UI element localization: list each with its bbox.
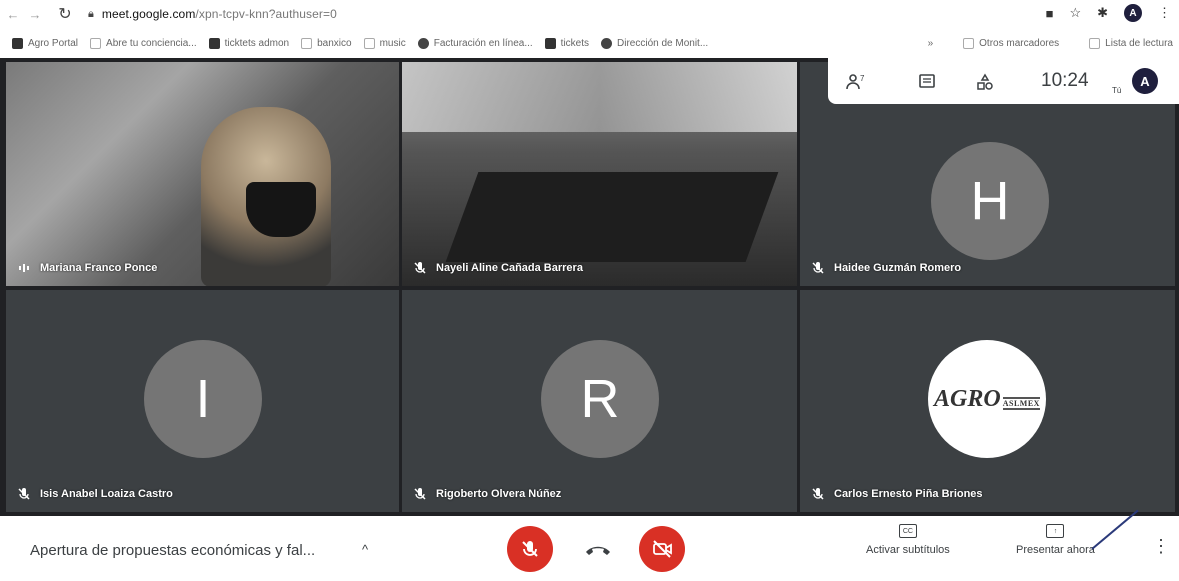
app-icon — [208, 37, 220, 49]
participant-name-label: Mariana Franco Ponce — [16, 260, 157, 276]
lock-icon[interactable]: 🔒︎ — [88, 8, 94, 21]
more-options-icon[interactable]: ⋮ — [1152, 536, 1170, 557]
captions-icon: CC — [898, 524, 917, 538]
participant-avatar: R — [541, 340, 659, 458]
present-now-button[interactable]: ↑ Presentar ahora — [1016, 524, 1095, 556]
mic-off-icon — [16, 486, 32, 502]
mic-off-icon — [810, 486, 826, 502]
other-bookmarks-folder[interactable]: Otros marcadores — [963, 37, 1059, 49]
svg-text:7: 7 — [860, 74, 865, 83]
bird-icon — [601, 37, 613, 49]
bookmark-item[interactable]: Abre tu conciencia... — [90, 37, 197, 49]
participant-tile[interactable]: Nayeli Aline Cañada Barrera — [402, 62, 797, 286]
browser-profile-avatar[interactable]: A — [1124, 4, 1142, 22]
chat-icon[interactable] — [917, 72, 937, 92]
participant-video — [402, 62, 797, 132]
participant-name-label: Haidee Guzmán Romero — [810, 260, 961, 276]
back-arrow-icon[interactable]: ← — [4, 5, 22, 23]
meeting-controls-bar: Apertura de propuestas económicas y fal.… — [0, 516, 1179, 581]
chevron-up-icon[interactable]: ^ — [362, 542, 368, 557]
reading-list-button[interactable]: Lista de lectura — [1089, 37, 1173, 49]
mic-off-icon — [412, 260, 428, 276]
folder-icon — [963, 37, 975, 49]
page-icon — [90, 37, 102, 49]
bookmark-item[interactable]: tickets — [544, 37, 589, 49]
meeting-clock: 10:24 — [1041, 70, 1089, 91]
page-icon — [301, 37, 313, 49]
room-table — [445, 172, 779, 262]
agro-logo: AGRO ASLMEX — [934, 385, 1040, 412]
people-icon[interactable]: 7 — [846, 72, 866, 92]
mic-off-icon — [810, 260, 826, 276]
globe-icon — [417, 37, 429, 49]
page-icon — [363, 37, 375, 49]
camera-off-icon — [653, 540, 672, 558]
mic-off-icon — [522, 541, 538, 557]
app-icon — [544, 37, 556, 49]
participant-tile[interactable]: Mariana Franco Ponce — [6, 62, 399, 286]
toggle-mic-button[interactable] — [507, 526, 553, 572]
participant-name-label: Rigoberto Olvera Núñez — [412, 486, 561, 502]
meeting-stage: Mariana Franco Ponce Nayeli Aline Cañada… — [0, 58, 1179, 516]
toggle-camera-button[interactable] — [639, 526, 685, 572]
speaking-indicator-icon — [16, 260, 32, 276]
more-bookmarks-button[interactable]: » — [928, 38, 934, 49]
activities-icon[interactable] — [975, 72, 995, 92]
bookmark-item[interactable]: Facturación en línea... — [417, 37, 533, 49]
captions-label: Activar subtítulos — [866, 544, 950, 556]
leave-call-button[interactable] — [583, 536, 613, 562]
meeting-title[interactable]: Apertura de propuestas económicas y fal.… — [30, 542, 315, 559]
bookmark-item[interactable]: music — [363, 37, 406, 49]
participant-tile[interactable]: AGRO ASLMEX Carlos Ernesto Piña Briones — [800, 290, 1175, 512]
self-label: Tú — [1112, 86, 1122, 95]
star-icon[interactable]: ☆ — [1069, 5, 1081, 21]
participant-avatar: H — [931, 142, 1049, 260]
hang-up-icon — [586, 546, 610, 555]
camera-indicator-icon[interactable]: ■ — [1046, 6, 1054, 21]
self-avatar[interactable]: A — [1132, 68, 1158, 94]
participant-name-label: Nayeli Aline Cañada Barrera — [412, 260, 583, 276]
face-mask — [246, 182, 316, 237]
participant-logo-avatar: AGRO ASLMEX — [928, 340, 1046, 458]
mic-off-icon — [412, 486, 428, 502]
meet-top-toolbar: 7 10:24 Tú A — [828, 58, 1179, 104]
browser-url-bar: ← → ↻ 🔒︎ meet.google.com/xpn-tcpv-knn?au… — [0, 0, 1179, 28]
forward-arrow-icon[interactable]: → — [26, 5, 44, 23]
bookmark-item[interactable]: banxico — [301, 37, 352, 49]
bookmark-item[interactable]: ticktets admon — [208, 37, 289, 49]
reading-list-icon — [1089, 37, 1101, 49]
bookmark-item[interactable]: Agro Portal — [12, 37, 78, 49]
participant-avatar: I — [144, 340, 262, 458]
present-label: Presentar ahora — [1016, 544, 1095, 556]
participant-name-label: Carlos Ernesto Piña Briones — [810, 486, 983, 502]
participant-name-label: Isis Anabel Loaiza Castro — [16, 486, 173, 502]
address-field[interactable]: meet.google.com/xpn-tcpv-knn?authuser=0 — [102, 7, 337, 21]
participant-tile[interactable]: I Isis Anabel Loaiza Castro — [6, 290, 399, 512]
participant-tile[interactable]: R Rigoberto Olvera Núñez — [402, 290, 797, 512]
captions-button[interactable]: CC Activar subtítulos — [866, 524, 950, 556]
grid-icon — [12, 37, 23, 49]
browser-menu-icon[interactable]: ⋮ — [1158, 5, 1171, 21]
bookmark-item[interactable]: Dirección de Monit... — [601, 37, 708, 49]
extensions-icon[interactable]: ✱ — [1097, 5, 1108, 21]
reload-icon[interactable]: ↻ — [56, 5, 74, 23]
bookmarks-bar: Agro Portal Abre tu conciencia... tickte… — [0, 28, 1179, 58]
present-screen-icon: ↑ — [1046, 524, 1065, 538]
